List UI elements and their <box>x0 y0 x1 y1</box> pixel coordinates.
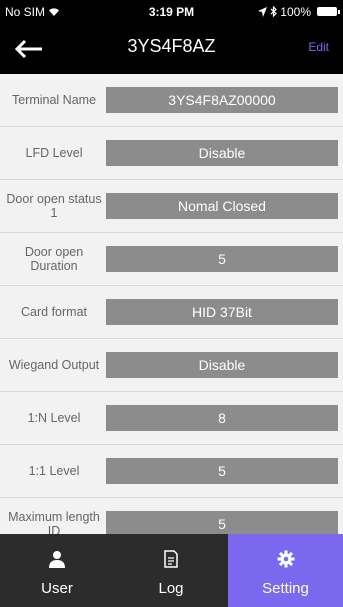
tab-user[interactable]: User <box>0 534 114 607</box>
bluetooth-icon <box>270 5 277 18</box>
tab-label: User <box>41 580 73 597</box>
card-format-select[interactable]: HID 37Bit <box>106 299 338 325</box>
setting-row-maximum-length-id: Maximum length ID 5 <box>0 498 343 534</box>
user-icon <box>49 551 65 568</box>
battery-percent: 100% <box>280 5 311 19</box>
wiegand-output-select[interactable]: Disable <box>106 352 338 378</box>
door-open-status-select[interactable]: Nomal Closed <box>106 193 338 219</box>
setting-row-card-format: Card format HID 37Bit <box>0 286 343 339</box>
setting-row-lfd-level: LFD Level Disable <box>0 127 343 180</box>
edit-button[interactable]: Edit <box>308 40 329 54</box>
tab-setting[interactable]: Setting <box>228 534 343 607</box>
setting-label: 1:N Level <box>27 411 81 425</box>
1n-level-select[interactable]: 8 <box>106 405 338 431</box>
setting-label: 1:1 Level <box>28 464 80 478</box>
tab-label: Setting <box>262 580 309 597</box>
setting-label: LFD Level <box>25 146 83 160</box>
tab-log[interactable]: Log <box>114 534 228 607</box>
setting-row-door-open-duration: Door open Duration 5 <box>0 233 343 286</box>
nav-bar: 3YS4F8AZ Edit <box>0 24 343 74</box>
terminal-name-field[interactable]: 3YS4F8AZ00000 <box>106 87 338 113</box>
11-level-select[interactable]: 5 <box>106 458 338 484</box>
setting-label: Door open status 1 <box>6 192 102 220</box>
tab-label: Log <box>158 580 184 597</box>
status-bar: No SIM 3:19 PM 100% <box>0 0 343 24</box>
battery-icon <box>317 7 340 16</box>
lfd-level-select[interactable]: Disable <box>106 140 338 166</box>
setting-row-door-open-status: Door open status 1 Nomal Closed <box>0 180 343 233</box>
gear-icon <box>277 550 294 568</box>
setting-label: Wiegand Output <box>8 358 100 372</box>
setting-label: Card format <box>21 305 87 319</box>
setting-label: Door open Duration <box>24 245 84 273</box>
location-icon <box>257 7 267 17</box>
setting-row-terminal-name: Terminal Name 3YS4F8AZ00000 <box>0 74 343 127</box>
log-icon <box>164 550 178 568</box>
setting-row-1n-level: 1:N Level 8 <box>0 392 343 445</box>
settings-list: Terminal Name 3YS4F8AZ00000 LFD Level Di… <box>0 74 343 534</box>
page-title: 3YS4F8AZ <box>127 36 216 56</box>
setting-label: Maximum length ID <box>8 510 100 534</box>
setting-row-wiegand-output: Wiegand Output Disable <box>0 339 343 392</box>
tab-bar: User Log Setting <box>0 534 343 607</box>
maximum-length-id-select[interactable]: 5 <box>106 511 338 534</box>
setting-row-11-level: 1:1 Level 5 <box>0 445 343 498</box>
door-open-duration-select[interactable]: 5 <box>106 246 338 272</box>
setting-label: Terminal Name <box>11 93 97 107</box>
